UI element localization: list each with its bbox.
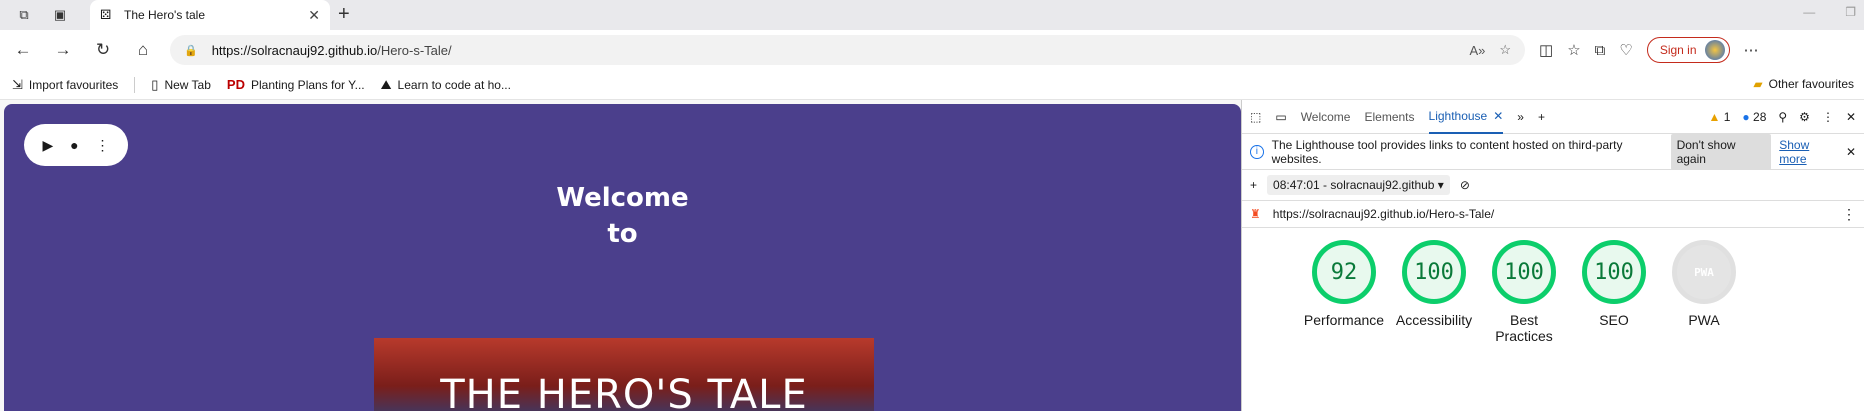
record-icon[interactable]: ● bbox=[70, 137, 78, 153]
web-page: ▶ ● ⋮ Welcome to THE HERO'S TALE bbox=[4, 104, 1241, 411]
close-icon[interactable]: ✕ bbox=[1493, 109, 1503, 123]
more-vert-icon[interactable]: ⋮ bbox=[96, 137, 110, 154]
import-icon: ⇲ bbox=[12, 76, 23, 92]
lock-icon[interactable]: 🔒 bbox=[184, 44, 198, 57]
play-icon[interactable]: ▶ bbox=[42, 137, 53, 154]
address-input[interactable]: 🔒 https://solracnauj92.github.io/Hero-s-… bbox=[170, 35, 1525, 65]
inspect-icon[interactable]: ⬚ bbox=[1250, 110, 1261, 124]
to-heading: to bbox=[607, 219, 638, 249]
message-count[interactable]: ● 28 bbox=[1742, 110, 1766, 124]
page-icon: ▯ bbox=[151, 76, 159, 92]
divider bbox=[134, 76, 136, 93]
favourites-icon[interactable]: ☆ bbox=[1567, 41, 1580, 59]
browser-essentials-icon[interactable]: ♡ bbox=[1619, 41, 1632, 59]
report-url-row: ♜ https://solracnauj92.github.io/Hero-s-… bbox=[1242, 200, 1864, 228]
tab-elements[interactable]: Elements bbox=[1364, 110, 1414, 124]
gauge-label: Accessibility bbox=[1395, 312, 1473, 328]
gauge-score: 100 bbox=[1402, 240, 1466, 304]
favourite-new-tab[interactable]: ▯ New Tab bbox=[151, 77, 211, 93]
favourites-bar: ⇲ Import favourites ▯ New Tab PD Planting P… bbox=[0, 70, 1864, 100]
lighthouse-icon: ♜ bbox=[1250, 207, 1261, 221]
more-tabs-icon[interactable]: » bbox=[1517, 110, 1524, 124]
gauge-score: 100 bbox=[1582, 240, 1646, 304]
gauge-score: 92 bbox=[1312, 240, 1376, 304]
gauge-label: SEO bbox=[1599, 312, 1629, 328]
more-icon[interactable]: ⋯ bbox=[1744, 41, 1759, 59]
tab-actions-icon[interactable]: ▣ bbox=[48, 3, 72, 27]
favourite-planting[interactable]: PD Planting Plans for Y... bbox=[227, 77, 365, 92]
folder-icon: ▰ bbox=[1753, 77, 1763, 91]
tab-lighthouse[interactable]: Lighthouse ✕ bbox=[1428, 100, 1504, 134]
back-icon[interactable]: ← bbox=[10, 37, 36, 63]
report-row: + 08:47:01 - solracnauj92.github ▾ ⊘ bbox=[1242, 170, 1864, 200]
show-more-link[interactable]: Show more bbox=[1779, 138, 1838, 166]
code-icon: ⛰ bbox=[380, 76, 392, 92]
favourite-import[interactable]: ⇲ Import favourites bbox=[12, 77, 118, 93]
welcome-heading: Welcome bbox=[556, 183, 689, 213]
new-report-icon[interactable]: + bbox=[1250, 178, 1257, 192]
address-bar-row: ← → ↻ ⌂ 🔒 https://solracnauj92.github.io… bbox=[0, 30, 1864, 70]
active-tab[interactable]: ⚄ The Hero's tale ✕ bbox=[90, 0, 330, 30]
collections-icon[interactable]: ⧉ bbox=[1595, 42, 1606, 59]
gauge-accessibility[interactable]: 100 Accessibility bbox=[1396, 240, 1472, 344]
minimize-icon[interactable]: — bbox=[1803, 5, 1815, 19]
sign-in-button[interactable]: Sign in bbox=[1646, 37, 1730, 63]
tab-welcome[interactable]: Welcome bbox=[1301, 110, 1351, 124]
gauge-pwa[interactable]: PWA PWA bbox=[1666, 240, 1742, 344]
info-bar: i The Lighthouse tool provides links to … bbox=[1242, 133, 1864, 170]
tab-strip: ⧉ ▣ ⚄ The Hero's tale ✕ + — ❐ bbox=[0, 0, 1864, 30]
clear-icon[interactable]: ⊘ bbox=[1460, 178, 1470, 192]
settings-icon[interactable]: ⚙ bbox=[1799, 110, 1810, 124]
kebab-icon[interactable]: ⋮ bbox=[1822, 110, 1834, 124]
report-select[interactable]: 08:47:01 - solracnauj92.github ▾ bbox=[1267, 175, 1450, 195]
home-icon[interactable]: ⌂ bbox=[130, 37, 156, 63]
split-screen-icon[interactable]: ◫ bbox=[1539, 41, 1553, 59]
close-tab-icon[interactable]: ✕ bbox=[308, 7, 320, 24]
gauge-label: Best Practices bbox=[1495, 312, 1553, 344]
dont-show-button[interactable]: Don't show again bbox=[1670, 133, 1772, 170]
report-menu-icon[interactable]: ⋮ bbox=[1842, 206, 1856, 223]
new-tab-button[interactable]: + bbox=[338, 3, 350, 26]
dice-favicon-icon: ⚄ bbox=[100, 7, 112, 22]
gauge-seo[interactable]: 100 SEO bbox=[1576, 240, 1652, 344]
devtools-panel: ⬚ ▭ Welcome Elements Lighthouse ✕ » + ▲ 1… bbox=[1241, 100, 1864, 411]
info-icon: i bbox=[1250, 144, 1264, 159]
read-aloud-icon[interactable]: A» bbox=[1469, 43, 1485, 58]
recorder-widget: ▶ ● ⋮ bbox=[24, 124, 128, 166]
gauge-label: Performance bbox=[1303, 312, 1385, 328]
refresh-icon[interactable]: ↻ bbox=[90, 37, 116, 63]
report-url[interactable]: https://solracnauj92.github.io/Hero-s-Ta… bbox=[1273, 207, 1494, 221]
close-devtools-icon[interactable]: ✕ bbox=[1846, 110, 1856, 124]
score-gauges: 92 Performance 100 Accessibility 100 Best P… bbox=[1242, 228, 1864, 344]
url-text: https://solracnauj92.github.io/Hero-s-Ta… bbox=[211, 42, 452, 58]
info-text: The Lighthouse tool provides links to co… bbox=[1271, 137, 1623, 166]
other-favourites[interactable]: ▰ Other favourites bbox=[1753, 77, 1854, 91]
forward-icon[interactable]: → bbox=[50, 37, 76, 63]
gauge-score: PWA bbox=[1672, 240, 1736, 304]
favourite-learn[interactable]: ⛰ Learn to code at ho... bbox=[381, 77, 511, 93]
tab-title: The Hero's tale bbox=[124, 8, 205, 22]
gauge-label: PWA bbox=[1688, 312, 1720, 328]
hero-banner: THE HERO'S TALE bbox=[374, 338, 874, 411]
restore-icon[interactable]: ❐ bbox=[1845, 5, 1856, 19]
device-toggle-icon[interactable]: ▭ bbox=[1275, 110, 1286, 124]
gauge-performance[interactable]: 92 Performance bbox=[1303, 240, 1385, 344]
favourite-star-icon[interactable]: ☆ bbox=[1499, 42, 1511, 58]
hero-title: THE HERO'S TALE bbox=[440, 372, 808, 411]
gauge-best-practices[interactable]: 100 Best Practices bbox=[1486, 240, 1562, 344]
workspaces-icon[interactable]: ⧉ bbox=[12, 3, 36, 27]
add-tab-icon[interactable]: + bbox=[1538, 110, 1545, 124]
avatar bbox=[1704, 40, 1725, 60]
pd-icon: PD bbox=[226, 77, 245, 92]
close-info-icon[interactable]: ✕ bbox=[1846, 145, 1856, 159]
connections-icon[interactable]: ⚲ bbox=[1778, 110, 1787, 124]
warning-count[interactable]: ▲ 1 bbox=[1709, 110, 1731, 124]
gauge-score: 100 bbox=[1492, 240, 1556, 304]
